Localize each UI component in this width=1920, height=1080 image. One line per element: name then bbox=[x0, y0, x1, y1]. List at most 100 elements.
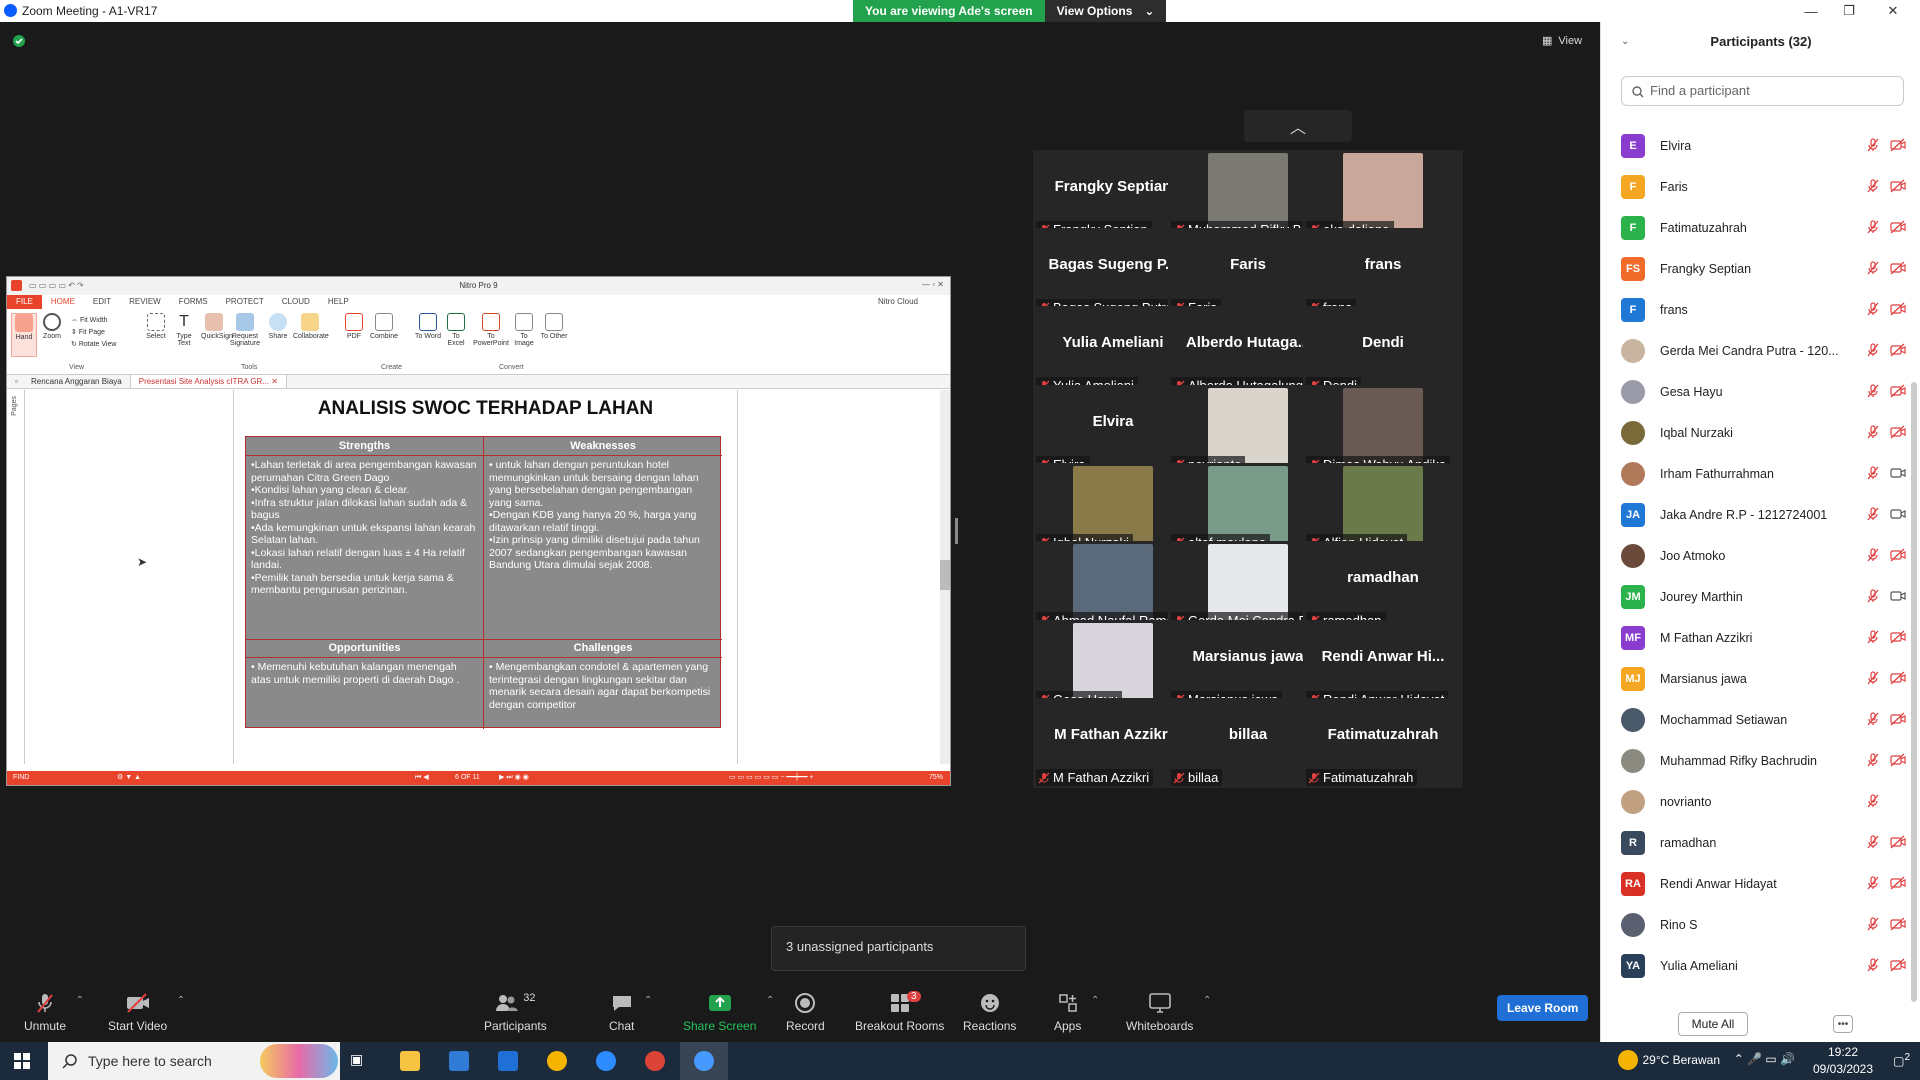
participant-list-item[interactable]: Muhammad Rifky Bachrudin bbox=[1621, 740, 1906, 781]
quicksign-tool[interactable]: QuickSign bbox=[201, 313, 233, 340]
leave-room-button[interactable]: Leave Room bbox=[1497, 995, 1589, 1021]
apps-options-caret[interactable]: ⌃ bbox=[1091, 995, 1099, 1006]
page-nav-next-last[interactable]: ▶ ⏭ ◉ ◉ bbox=[499, 773, 529, 782]
tab-home[interactable]: HOME bbox=[42, 295, 84, 309]
to-image-tool[interactable]: To Image bbox=[511, 313, 537, 347]
participant-video-tile[interactable]: fransfrans bbox=[1303, 228, 1463, 318]
doc-tabs-checkbox[interactable]: ▫ bbox=[7, 375, 23, 388]
doc-tab-rab[interactable]: Rencana Anggaran Biaya bbox=[23, 375, 130, 388]
share-options-caret[interactable]: ⌃ bbox=[766, 995, 774, 1006]
participant-list-item[interactable]: Mochammad Setiawan bbox=[1621, 699, 1906, 740]
participant-video-tile[interactable]: Alfian Hidayat bbox=[1303, 463, 1463, 553]
participant-video-tile[interactable]: ramadhanramadhan bbox=[1303, 541, 1463, 631]
participant-list-item[interactable]: F Fatimatuzahrah bbox=[1621, 207, 1906, 248]
participant-list-item[interactable]: RA Rendi Anwar Hidayat bbox=[1621, 863, 1906, 904]
fit-width-button[interactable]: ⇔ Fit Width bbox=[71, 315, 116, 327]
notification-icon[interactable]: ▢2 bbox=[1893, 1052, 1910, 1068]
close-button[interactable]: ✕ bbox=[1870, 0, 1916, 22]
collaborate-tool[interactable]: Collaborate bbox=[293, 313, 329, 340]
reactions-button[interactable]: Reactions bbox=[963, 991, 1016, 1033]
participant-list-item[interactable]: JA Jaka Andre R.P - 1212724001 bbox=[1621, 494, 1906, 535]
record-button[interactable]: Record bbox=[786, 991, 825, 1033]
zoom-level[interactable]: 75% bbox=[929, 774, 943, 781]
hand-tool[interactable]: Hand bbox=[11, 313, 37, 357]
clock-time[interactable]: 19:22 bbox=[1808, 1045, 1878, 1059]
taskbar-search-input[interactable]: Type here to search bbox=[48, 1042, 340, 1080]
start-video-button[interactable]: Start Video ⌃ bbox=[108, 991, 185, 1033]
chat-options-caret[interactable]: ⌃ bbox=[644, 995, 652, 1006]
doc-tab-presentasi[interactable]: Presentasi Site Analysis cITRA GR... ✕ bbox=[129, 375, 287, 388]
chrome-profile-icon[interactable] bbox=[645, 1051, 665, 1071]
participant-list-scrollbar[interactable] bbox=[1911, 382, 1917, 1002]
request-signature-tool[interactable]: Request Signature bbox=[229, 313, 261, 347]
breakout-rooms-button[interactable]: 3 Breakout Rooms bbox=[855, 991, 944, 1033]
participants-button[interactable]: 32 Participants bbox=[484, 991, 547, 1033]
participant-video-tile[interactable]: Dimas Wahyu Andika bbox=[1303, 385, 1463, 475]
clock-date[interactable]: 09/03/2023 bbox=[1808, 1062, 1878, 1076]
select-tool[interactable]: Select bbox=[143, 313, 169, 340]
tab-edit[interactable]: EDIT bbox=[84, 295, 120, 309]
close-tab-icon[interactable]: ✕ bbox=[271, 377, 278, 386]
more-options-button[interactable]: ••• bbox=[1833, 1015, 1853, 1033]
view-button[interactable]: ▦ View bbox=[1542, 34, 1582, 48]
participant-list-item[interactable]: JM Jourey Marthin bbox=[1621, 576, 1906, 617]
pdf-tool[interactable]: PDF bbox=[341, 313, 367, 340]
whiteboards-button[interactable]: Whiteboards ⌃ bbox=[1126, 991, 1211, 1033]
to-powerpoint-tool[interactable]: To PowerPoint bbox=[473, 313, 509, 347]
chat-button[interactable]: Chat ⌃ bbox=[609, 991, 652, 1033]
participant-video-tile[interactable]: eka deliana bbox=[1303, 150, 1463, 240]
to-excel-tool[interactable]: To Excel bbox=[443, 313, 469, 347]
participant-list-item[interactable]: FS Frangky Septian bbox=[1621, 248, 1906, 289]
participant-list-item[interactable]: Rino S bbox=[1621, 904, 1906, 945]
unmute-button[interactable]: Unmute ⌃ bbox=[24, 991, 84, 1033]
weather-text[interactable]: 29°C Berawan bbox=[1642, 1053, 1720, 1067]
shield-icon[interactable] bbox=[12, 34, 26, 48]
task-view-icon[interactable]: ▣ bbox=[350, 1051, 370, 1071]
file-explorer-icon[interactable] bbox=[400, 1051, 420, 1071]
view-options-button[interactable]: View Options ⌄ bbox=[1044, 0, 1167, 22]
participant-list-item[interactable]: Iqbal Nurzaki bbox=[1621, 412, 1906, 453]
page-nav-first-prev[interactable]: ⏮ ◀ bbox=[415, 773, 429, 782]
find-label[interactable]: FIND bbox=[13, 774, 29, 781]
type-text-tool[interactable]: T Type Text bbox=[171, 313, 197, 347]
tab-help[interactable]: HELP bbox=[319, 295, 358, 309]
participant-list-item[interactable]: Ffrans bbox=[1621, 289, 1906, 330]
participant-list-item[interactable]: MF M Fathan Azzikri bbox=[1621, 617, 1906, 658]
teamviewer-icon[interactable] bbox=[596, 1051, 616, 1071]
mail-icon[interactable] bbox=[498, 1051, 518, 1071]
participant-list-item[interactable]: E Elvira bbox=[1621, 125, 1906, 166]
scroll-thumb[interactable] bbox=[940, 560, 950, 590]
pages-pane[interactable]: Pages bbox=[7, 390, 25, 764]
nitro-scrollbar[interactable] bbox=[940, 390, 950, 764]
share-tool[interactable]: Share bbox=[265, 313, 291, 340]
participant-list-item[interactable]: Irham Fathurrahman bbox=[1621, 453, 1906, 494]
tray-icons[interactable]: ⌃ 🎤 ▭ 🔊 bbox=[1734, 1052, 1795, 1066]
fit-page-button[interactable]: ⇕ Fit Page bbox=[71, 327, 116, 339]
participant-list-item[interactable]: Gesa Hayu bbox=[1621, 371, 1906, 412]
whiteboards-options-caret[interactable]: ⌃ bbox=[1203, 995, 1211, 1006]
tab-review[interactable]: REVIEW bbox=[120, 295, 170, 309]
participant-list-item[interactable]: Joo Atmoko bbox=[1621, 535, 1906, 576]
tab-file[interactable]: FILE bbox=[7, 295, 42, 309]
rotate-view-button[interactable]: ↻ Rotate View bbox=[71, 339, 116, 351]
share-screen-button[interactable]: Share Screen ⌃ bbox=[683, 991, 774, 1033]
participant-list-item[interactable]: Rramadhan bbox=[1621, 822, 1906, 863]
view-mode-icons[interactable]: ▭ ▭ ▭ ▭ ▭ ▭ − ━━┿━━ + bbox=[729, 773, 814, 781]
zoom-tool[interactable]: Zoom bbox=[39, 313, 65, 340]
tab-protect[interactable]: PROTECT bbox=[217, 295, 273, 309]
to-word-tool[interactable]: To Word bbox=[415, 313, 441, 340]
participant-list-item[interactable]: Gerda Mei Candra Putra - 120... bbox=[1621, 330, 1906, 371]
tab-cloud[interactable]: CLOUD bbox=[273, 295, 319, 309]
windows-start-icon[interactable] bbox=[14, 1053, 30, 1069]
tab-forms[interactable]: FORMS bbox=[170, 295, 217, 309]
unassigned-participants-tooltip[interactable]: 3 unassigned participants bbox=[771, 926, 1026, 971]
participant-list-item[interactable]: F Faris bbox=[1621, 166, 1906, 207]
participant-list-item[interactable]: novrianto bbox=[1621, 781, 1906, 822]
participant-video-tile[interactable]: DendiDendi bbox=[1303, 306, 1463, 396]
mute-all-button[interactable]: Mute All bbox=[1678, 1012, 1748, 1036]
unmute-options-caret[interactable]: ⌃ bbox=[76, 995, 84, 1006]
chrome-icon[interactable] bbox=[547, 1051, 567, 1071]
split-handle[interactable] bbox=[955, 518, 958, 544]
restore-button[interactable]: ❐ bbox=[1826, 0, 1872, 22]
participant-list-item[interactable]: YA Yulia Ameliani bbox=[1621, 945, 1906, 986]
